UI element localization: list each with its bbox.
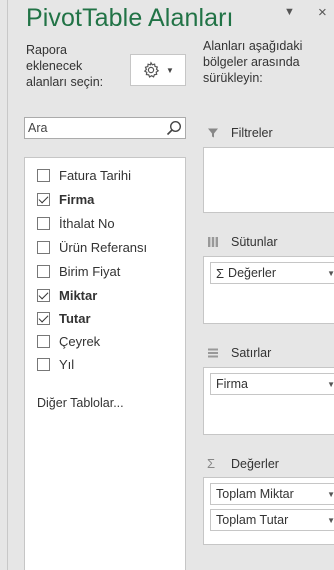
rows-icon <box>207 347 225 359</box>
field-item-tutar[interactable]: Tutar <box>37 309 91 327</box>
values-area-header: Σ Değerler <box>207 456 279 471</box>
columns-area-header: Sütunlar <box>207 235 278 249</box>
field-item-ithalat-no[interactable]: İthalat No <box>37 214 115 232</box>
field-label: İthalat No <box>59 215 115 231</box>
chevron-down-icon[interactable]: ▼ <box>327 516 334 525</box>
chevron-down-icon[interactable]: ▼ <box>327 380 334 389</box>
columns-area-label: Sütunlar <box>231 235 278 249</box>
checkbox[interactable] <box>37 240 50 254</box>
search-icon[interactable] <box>166 120 182 136</box>
field-item-firma[interactable]: Firma <box>37 190 94 208</box>
choose-fields-label: Rapora eklenecek alanları seçin: <box>26 43 104 89</box>
pill-label: Firma <box>216 377 248 391</box>
pane-resize-edge[interactable] <box>0 0 8 570</box>
checkbox[interactable] <box>37 357 50 371</box>
gear-icon <box>143 61 160 78</box>
pill-label: Değerler <box>228 266 276 280</box>
field-label: Birim Fiyat <box>59 263 121 279</box>
filters-area-header: Filtreler <box>207 126 273 140</box>
field-item-urun-referansi[interactable]: Ürün Referansı <box>37 238 147 256</box>
values-area-label: Değerler <box>231 456 279 471</box>
field-label: Fatura Tarihi <box>59 167 132 183</box>
checkbox[interactable] <box>37 288 50 302</box>
chevron-down-icon[interactable]: ▼ <box>327 490 334 499</box>
field-label: Çeyrek <box>59 333 101 349</box>
tools-button[interactable]: ▼ <box>130 54 186 86</box>
field-item-miktar[interactable]: Miktar <box>37 286 97 304</box>
filters-area-label: Filtreler <box>231 126 273 140</box>
field-label: Tutar <box>59 310 91 326</box>
rows-item-firma[interactable]: Firma ▼ <box>210 373 334 395</box>
rows-area-label: Satırlar <box>231 346 272 360</box>
columns-item-values[interactable]: Σ Değerler ▼ <box>210 262 334 284</box>
field-item-ceyrek[interactable]: Çeyrek <box>37 332 100 350</box>
field-label: Miktar <box>59 287 98 303</box>
sigma-icon: Σ <box>216 265 225 281</box>
chevron-down-icon[interactable]: ▼ <box>327 269 334 278</box>
checkbox[interactable] <box>37 264 50 278</box>
more-tables-link[interactable]: Diğer Tablolar... <box>37 396 124 410</box>
field-label: Yıl <box>59 356 75 372</box>
filters-drop-area[interactable] <box>203 147 334 213</box>
drag-fields-label: Alanları aşağıdaki bölgeler arasında sür… <box>203 39 303 85</box>
checkbox[interactable] <box>37 192 50 206</box>
pivottable-fields-pane: PivotTable Alanları ▼ × Rapora eklenecek… <box>0 0 334 570</box>
checkbox[interactable] <box>37 311 50 325</box>
field-item-fatura-tarihi[interactable]: Fatura Tarihi <box>37 166 131 184</box>
pane-title: PivotTable Alanları <box>26 4 234 32</box>
field-label: Ürün Referansı <box>59 239 148 255</box>
chevron-down-icon: ▼ <box>166 65 174 75</box>
rows-area-header: Satırlar <box>207 346 271 360</box>
task-pane-options-icon[interactable]: ▼ <box>284 6 295 18</box>
search-input[interactable] <box>25 118 165 138</box>
field-search-box[interactable] <box>24 117 186 139</box>
checkbox[interactable] <box>37 334 50 348</box>
field-item-yil[interactable]: Yıl <box>37 355 74 373</box>
checkbox[interactable] <box>37 168 50 182</box>
filter-icon <box>207 127 225 139</box>
close-icon[interactable]: × <box>318 4 327 21</box>
pill-label: Toplam Miktar <box>216 487 294 501</box>
checkbox[interactable] <box>37 216 50 230</box>
field-item-birim-fiyat[interactable]: Birim Fiyat <box>37 262 120 280</box>
field-label: Firma <box>59 191 95 207</box>
values-item-toplam-tutar[interactable]: Toplam Tutar ▼ <box>210 509 334 531</box>
rows-drop-area[interactable]: Firma ▼ <box>203 367 334 435</box>
pill-label: Toplam Tutar <box>216 513 289 527</box>
field-list: Fatura Tarihi Firma İthalat No Ürün Refe… <box>24 157 186 570</box>
sigma-icon: Σ <box>207 456 216 471</box>
columns-drop-area[interactable]: Σ Değerler ▼ <box>203 256 334 324</box>
columns-icon <box>207 236 225 248</box>
values-item-toplam-miktar[interactable]: Toplam Miktar ▼ <box>210 483 334 505</box>
values-drop-area[interactable]: Toplam Miktar ▼ Toplam Tutar ▼ <box>203 477 334 545</box>
